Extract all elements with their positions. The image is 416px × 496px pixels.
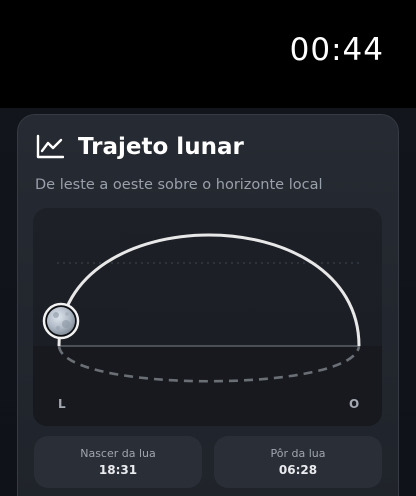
moonrise-label: Nascer da lua — [80, 447, 156, 460]
moon-path-graphic — [33, 233, 382, 426]
above-horizon-path — [57, 233, 361, 347]
west-label: O — [349, 397, 360, 411]
moonrise-box: Nascer da lua 18:31 — [34, 436, 202, 488]
line-chart-icon — [36, 134, 64, 159]
card-title: Trajeto lunar — [78, 134, 244, 160]
status-bar: 00:44 — [0, 0, 416, 108]
status-time: 00:44 — [289, 32, 384, 68]
screen: 00:44 Trajeto lunar De leste a oeste sob… — [0, 0, 416, 496]
card-header: Trajeto lunar — [36, 132, 244, 162]
moonset-label: Pôr da lua — [270, 447, 326, 460]
card-subtitle: De leste a oeste sobre o horizonte local — [35, 177, 323, 193]
moonrise-time: 18:31 — [98, 463, 138, 477]
moon-icon — [42, 302, 80, 340]
below-horizon-area — [33, 346, 382, 426]
moonset-time: 06:28 — [278, 463, 318, 477]
moon-path-plot: L O — [33, 208, 382, 426]
east-label: L — [58, 397, 66, 411]
moonset-box: Pôr da lua 06:28 — [214, 436, 382, 488]
